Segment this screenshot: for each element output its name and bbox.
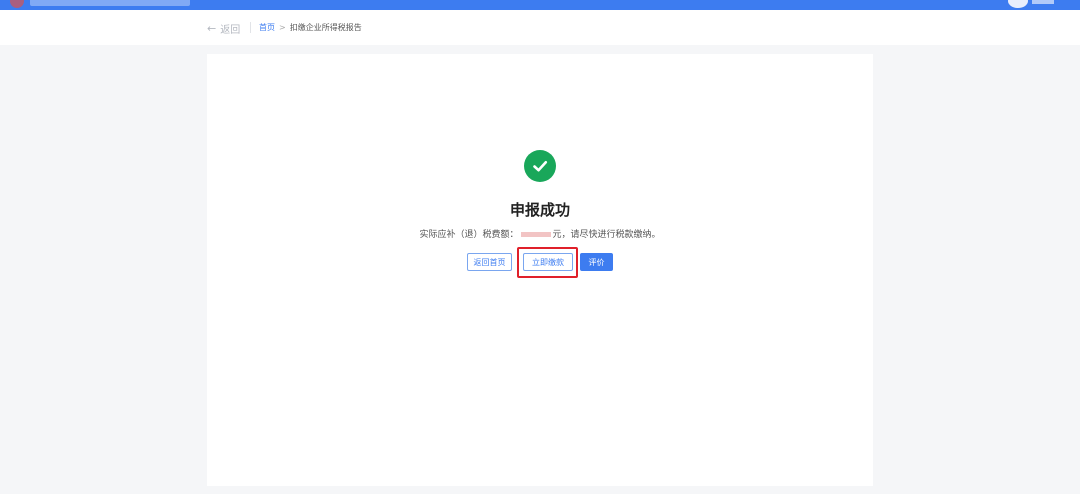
emblem-icon: [10, 0, 24, 8]
breadcrumb-bar: ← 返回 首页 > 扣缴企业所得税报告: [0, 10, 1080, 45]
app-title: [30, 0, 190, 6]
masked-amount: [520, 232, 551, 237]
pay-now-button[interactable]: 立即缴款: [523, 253, 573, 271]
result-card: 申报成功 实际应补（退）税费额： 元，请尽快进行税款缴纳。 返回首页 立即缴款 评…: [207, 54, 873, 486]
back-button[interactable]: ← 返回: [207, 21, 240, 36]
breadcrumb-separator: >: [279, 23, 286, 32]
return-home-button[interactable]: 返回首页: [467, 253, 512, 271]
rate-button[interactable]: 评价: [580, 253, 613, 271]
arrow-left-icon: ←: [207, 22, 217, 35]
breadcrumb-home-link[interactable]: 首页: [259, 22, 275, 33]
breadcrumb-current: 扣缴企业所得税报告: [289, 23, 362, 32]
user-name[interactable]: [1032, 0, 1054, 4]
result-message: 实际应补（退）税费额： 元，请尽快进行税款缴纳。: [207, 227, 873, 240]
result-title: 申报成功: [509, 201, 570, 219]
message-prefix: 实际应补（退）税费额：: [419, 230, 519, 240]
check-circle-icon: [524, 150, 556, 182]
breadcrumb-divider: [250, 22, 251, 33]
user-avatar-icon[interactable]: [1008, 0, 1028, 8]
top-header-bar: [0, 0, 1080, 10]
breadcrumb: 首页 > 扣缴企业所得税报告: [259, 22, 362, 33]
message-suffix: 元，请尽快进行税款缴纳。: [552, 230, 661, 240]
back-label: 返回: [220, 25, 241, 36]
